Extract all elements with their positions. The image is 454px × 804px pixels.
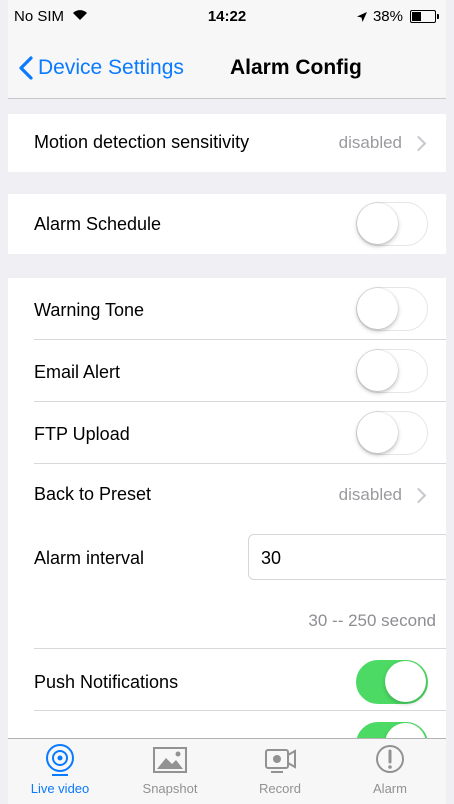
status-right: 38% xyxy=(356,8,439,25)
alarm-schedule-label: Alarm Schedule xyxy=(34,214,162,234)
tab-label: Snapshot xyxy=(142,781,198,796)
alarm-interval-input[interactable]: 30 xyxy=(248,534,446,580)
record-icon xyxy=(265,749,296,773)
alarm-interval-range-hint: 30 -- 250 second xyxy=(308,611,436,630)
email-alert-toggle[interactable] xyxy=(356,349,428,393)
tab-label: Alarm xyxy=(373,781,407,796)
chevron-right-icon xyxy=(410,487,427,504)
divider xyxy=(34,339,446,340)
battery-icon xyxy=(410,10,439,23)
ftp-upload-label: FTP Upload xyxy=(34,424,130,444)
alarm-schedule-toggle[interactable] xyxy=(356,202,428,246)
alarm-icon xyxy=(376,745,404,773)
tab-label: Live video xyxy=(30,781,90,796)
motion-sensitivity-label: Motion detection sensitivity xyxy=(34,132,250,152)
back-button[interactable]: Device Settings xyxy=(16,54,184,82)
back-label: Device Settings xyxy=(38,56,184,79)
back-to-preset-row[interactable]: Back to Preset disabled xyxy=(8,464,446,526)
warning-tone-label: Warning Tone xyxy=(34,300,145,320)
ftp-upload-toggle[interactable] xyxy=(356,411,428,455)
push-notifications-toggle[interactable] xyxy=(356,660,428,704)
app-frame: No SIM 14:22 38% Device Settings Alarm C… xyxy=(8,0,446,804)
email-alert-label: Email Alert xyxy=(34,362,121,382)
page-title: Alarm Config xyxy=(230,56,362,79)
chevron-right-icon xyxy=(410,135,427,152)
navigation-bar: Device Settings Alarm Config xyxy=(8,40,446,99)
status-bar: No SIM 14:22 38% xyxy=(8,0,446,40)
divider xyxy=(34,648,446,649)
chevron-left-icon xyxy=(19,56,33,80)
divider xyxy=(34,710,446,711)
snapshot-icon xyxy=(153,747,187,773)
warning-tone-toggle[interactable] xyxy=(356,287,428,331)
location-arrow-icon xyxy=(356,11,367,22)
motion-sensitivity-value: disabled xyxy=(338,133,402,152)
tab-bar: Live video Snapshot Record Alarm xyxy=(8,738,446,804)
push-notifications-label: Push Notifications xyxy=(34,672,179,692)
tab-label: Record xyxy=(259,781,301,796)
tab-alarm[interactable]: Alarm xyxy=(340,743,440,796)
alarm-schedule-row: Alarm Schedule xyxy=(8,194,446,254)
tab-record[interactable]: Record xyxy=(230,743,330,796)
motion-sensitivity-row[interactable]: Motion detection sensitivity disabled xyxy=(8,114,446,172)
back-to-preset-label: Back to Preset xyxy=(34,484,152,504)
alarm-interval-label: Alarm interval xyxy=(34,548,145,568)
live-video-icon xyxy=(46,744,74,776)
tab-snapshot[interactable]: Snapshot xyxy=(120,743,220,796)
battery-percent: 38% xyxy=(372,8,403,25)
back-to-preset-value: disabled xyxy=(338,485,402,504)
alarm-options-group: Warning Tone Email Alert FTP Upload Back… xyxy=(8,278,446,766)
tab-live-video[interactable]: Live video xyxy=(10,743,110,796)
divider xyxy=(34,401,446,402)
